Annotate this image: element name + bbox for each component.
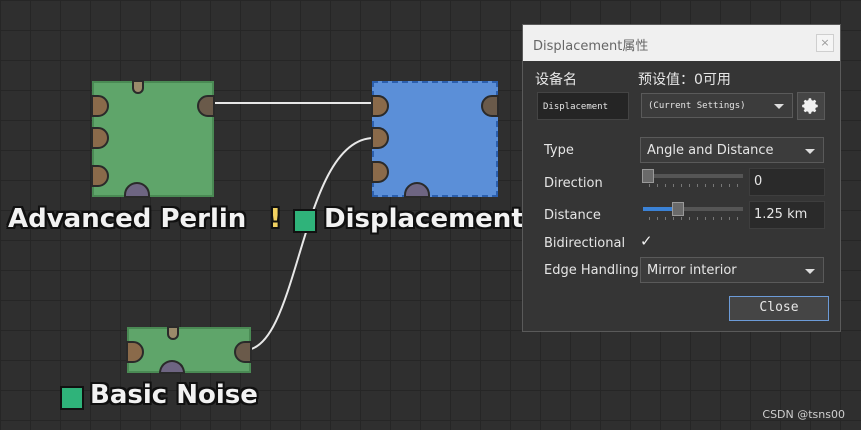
- output-port[interactable]: [481, 95, 499, 117]
- node-color-swatch: [293, 209, 317, 233]
- input-port-2[interactable]: [91, 127, 109, 149]
- preset-label: 预设值：0可用: [638, 72, 731, 88]
- node-color-swatch: [60, 386, 84, 410]
- dialog-title: Displacement属性: [533, 39, 649, 54]
- type-select[interactable]: Angle and Distance: [640, 137, 824, 163]
- direction-label: Direction: [544, 176, 603, 191]
- output-port[interactable]: [234, 341, 252, 363]
- bidirectional-checkbox[interactable]: ✓: [640, 232, 653, 250]
- direction-slider-track[interactable]: [643, 174, 743, 178]
- chevron-down-icon: [774, 104, 784, 109]
- input-port-1[interactable]: [371, 95, 389, 117]
- input-port-3[interactable]: [371, 161, 389, 183]
- direction-input[interactable]: 0: [749, 168, 825, 196]
- input-port-2[interactable]: [371, 127, 389, 149]
- dialog-titlebar[interactable]: Displacement属性 ×: [523, 25, 840, 61]
- device-name-label: 设备名: [535, 72, 577, 88]
- node-basic-noise[interactable]: [126, 326, 252, 374]
- type-label: Type: [544, 143, 574, 158]
- node-title-displacement: Displacement: [324, 204, 524, 234]
- direction-slider-thumb[interactable]: [642, 169, 654, 183]
- direction-slider-ticks: [649, 184, 741, 187]
- bidirectional-label: Bidirectional: [544, 236, 626, 251]
- distance-input[interactable]: 1.25 km: [749, 201, 825, 229]
- input-port-1[interactable]: [126, 341, 144, 363]
- chevron-down-icon: [805, 269, 815, 274]
- distance-slider-thumb[interactable]: [672, 202, 684, 216]
- node-title-advanced-perlin: Advanced Perlin !: [8, 204, 282, 234]
- input-port-3[interactable]: [91, 165, 109, 187]
- output-port[interactable]: [197, 95, 215, 117]
- watermark: CSDN @tsns00: [762, 408, 845, 421]
- preset-select[interactable]: (Current Settings): [641, 93, 793, 118]
- input-port-top[interactable]: [167, 326, 179, 340]
- node-title-basic-noise: Basic Noise: [90, 380, 258, 410]
- chevron-down-icon: [805, 149, 815, 154]
- edge-handling-label: Edge Handling: [544, 263, 639, 278]
- close-icon[interactable]: ×: [816, 34, 834, 52]
- warning-icon: !: [269, 204, 282, 234]
- mask-port[interactable]: [124, 182, 150, 198]
- distance-label: Distance: [544, 208, 601, 223]
- distance-slider-ticks: [649, 217, 741, 220]
- node-advanced-perlin[interactable]: [91, 80, 215, 198]
- device-name-field[interactable]: Displacement: [537, 92, 629, 120]
- wire-noise-to-displacement: [244, 137, 375, 351]
- properties-dialog: Displacement属性 × 设备名 预设值：0可用 Displacemen…: [522, 24, 841, 332]
- settings-button[interactable]: [797, 92, 825, 120]
- edge-handling-select[interactable]: Mirror interior: [640, 257, 824, 283]
- gear-icon: [802, 98, 818, 114]
- mask-port[interactable]: [404, 182, 430, 198]
- node-displacement[interactable]: [371, 81, 499, 198]
- input-port-top[interactable]: [132, 80, 144, 94]
- close-button[interactable]: Close: [729, 296, 829, 321]
- mask-port[interactable]: [159, 360, 185, 374]
- input-port-1[interactable]: [91, 95, 109, 117]
